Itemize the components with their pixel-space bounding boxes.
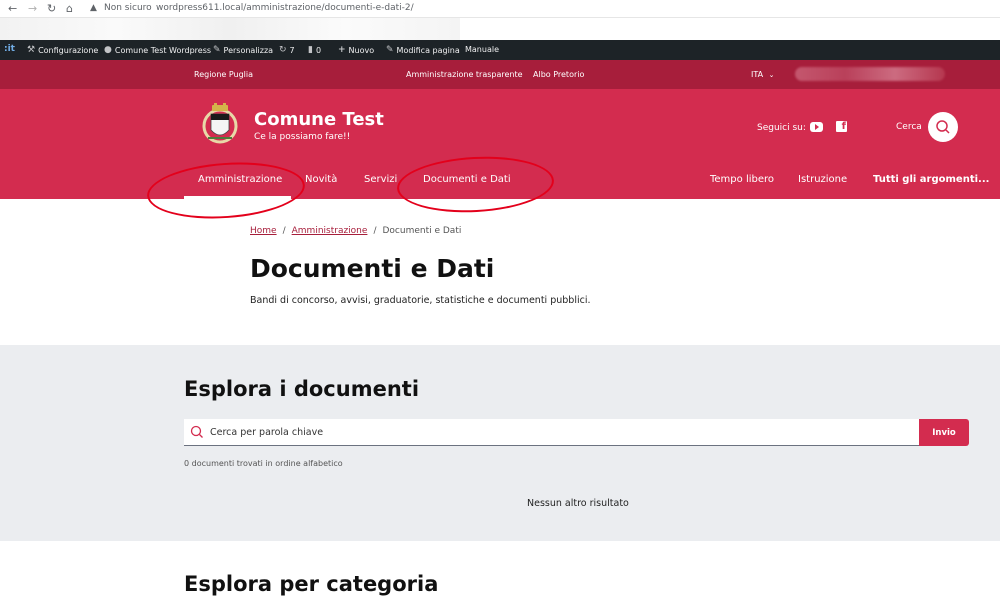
explore-documents-section: Esplora i documenti Invio 0 documenti tr…	[0, 345, 1000, 541]
page-title: Documenti e Dati	[250, 254, 495, 283]
top-utility-bar: Regione Puglia Amministrazione trasparen…	[0, 60, 1000, 89]
home-icon[interactable]: ⌂	[66, 2, 73, 15]
security-label: Non sicuro	[104, 3, 152, 13]
admin-item-comments[interactable]: ▮ 0	[308, 45, 321, 55]
back-icon[interactable]: ←	[8, 2, 17, 15]
comment-icon: ▮	[308, 45, 313, 55]
reload-icon[interactable]: ↻	[47, 2, 56, 15]
chevron-down-icon: ⌄	[768, 71, 775, 79]
admin-item-site[interactable]: ● Comune Test Wordpress	[104, 45, 211, 55]
breadcrumb-amministrazione[interactable]: Amministrazione	[292, 226, 368, 236]
registry-link[interactable]: Albo Pretorio	[533, 70, 584, 79]
follow-label: Seguici su:	[757, 123, 806, 133]
nav-item-servizi[interactable]: Servizi	[364, 174, 397, 185]
blurred-user-account[interactable]	[795, 67, 945, 81]
keyword-search-input[interactable]	[210, 419, 900, 445]
submit-button[interactable]: Invio	[919, 419, 969, 446]
results-count: 0 documenti trovati in ordine alfabetico	[184, 459, 343, 468]
admin-item-personalizza[interactable]: ✎ Personalizza	[213, 45, 273, 55]
breadcrumb-home[interactable]: Home	[250, 226, 277, 236]
admin-item-edit-page[interactable]: ✎ Modifica pagina	[386, 45, 460, 55]
warning-icon: ▲	[90, 3, 97, 13]
blurred-bookmarks	[0, 18, 460, 40]
search-icon	[190, 425, 203, 438]
admin-item-configurazione[interactable]: ⚒ Configurazione	[27, 45, 98, 55]
nav-item-istruzione[interactable]: Istruzione	[798, 174, 847, 185]
site-title[interactable]: Comune Test	[254, 109, 384, 130]
pencil-icon: ✎	[386, 45, 394, 55]
breadcrumb: Home / Amministrazione / Documenti e Dati	[250, 226, 462, 236]
search-label[interactable]: Cerca	[896, 122, 922, 132]
search-icon	[936, 120, 950, 134]
breadcrumb-current: Documenti e Dati	[382, 226, 462, 236]
dashboard-icon: ●	[104, 45, 112, 55]
page-description: Bandi di concorso, avvisi, graduatorie, …	[250, 295, 591, 306]
plus-icon: +	[338, 45, 346, 55]
site-logo[interactable]: :it	[4, 44, 15, 54]
keyword-search-field[interactable]	[184, 419, 919, 446]
no-results-message: Nessun altro risultato	[527, 498, 629, 509]
updates-icon: ↻	[279, 45, 287, 55]
explore-category-title: Esplora per categoria	[184, 572, 439, 596]
admin-item-updates[interactable]: ↻ 7	[279, 45, 295, 55]
transparency-link[interactable]: Amministrazione trasparente	[406, 70, 523, 79]
admin-item-new[interactable]: + Nuovo	[338, 45, 374, 55]
forward-icon[interactable]: →	[28, 2, 37, 15]
site-tagline: Ce la possiamo fare!!	[254, 132, 351, 142]
facebook-icon[interactable]: f	[836, 121, 847, 132]
coat-of-arms-icon[interactable]	[200, 102, 240, 150]
search-button[interactable]	[928, 112, 958, 142]
nav-item-tempo-libero[interactable]: Tempo libero	[710, 174, 774, 185]
brush-icon: ✎	[213, 45, 221, 55]
admin-bar: :it ⚒ Configurazione ● Comune Test Wordp…	[0, 40, 1000, 60]
language-selector[interactable]: ITA ⌄	[751, 70, 775, 79]
wrench-icon: ⚒	[27, 45, 36, 55]
nav-item-novita[interactable]: Novità	[305, 174, 337, 185]
address-bar[interactable]: wordpress611.local/amministrazione/docum…	[156, 3, 414, 13]
nav-item-tutti-argomenti[interactable]: Tutti gli argomenti...	[873, 174, 989, 185]
browser-toolbar: ← → ↻ ⌂ ▲ Non sicuro wordpress611.local/…	[0, 0, 1000, 18]
admin-item-manuale[interactable]: Manuale	[465, 45, 499, 54]
region-link[interactable]: Regione Puglia	[194, 70, 253, 79]
explore-documents-title: Esplora i documenti	[184, 377, 420, 401]
youtube-icon[interactable]	[810, 122, 823, 132]
